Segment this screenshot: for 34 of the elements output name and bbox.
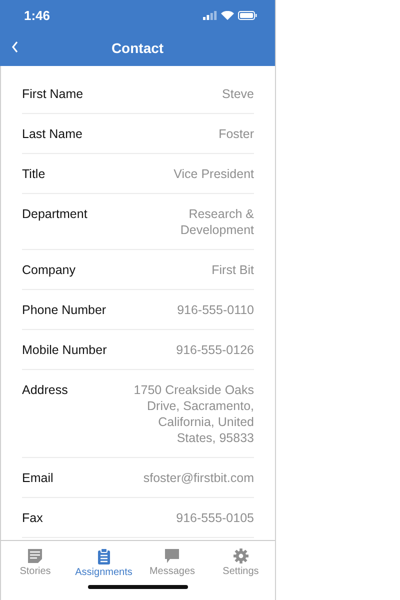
tab-bar-item[interactable]: Assignments — [70, 548, 138, 578]
field-value: 916-555-0110 — [177, 302, 254, 318]
field-label: Department — [22, 206, 88, 223]
field-value: sfoster@firstbit.com — [143, 470, 254, 486]
field-value: First Bit — [212, 262, 254, 278]
battery-icon — [238, 10, 257, 20]
field-label: Email — [22, 470, 54, 486]
field-value: 916-555-0126 — [176, 342, 254, 358]
tab-bar-item[interactable]: Settings — [206, 548, 275, 578]
clipboard-icon — [96, 548, 111, 565]
tab-bar-item[interactable]: Messages — [138, 548, 206, 578]
document-icon — [27, 548, 44, 564]
wifi-icon — [221, 10, 234, 20]
field-label: First Name — [22, 86, 84, 102]
field-label: Fax — [22, 510, 43, 526]
signal-icon — [203, 10, 217, 20]
field-value: Vice President — [174, 166, 254, 182]
field-label: Last Name — [22, 126, 82, 142]
screen-title: Contact — [111, 40, 164, 56]
field-label: Mobile Number — [22, 342, 107, 358]
status-time: 1:46 — [24, 8, 50, 22]
field-value: Foster — [218, 126, 254, 142]
field-label: Address — [22, 382, 68, 399]
field-label: Phone Number — [22, 302, 106, 318]
field-label: Company — [22, 262, 76, 278]
field-label: Title — [22, 166, 46, 182]
field-value: Steve — [222, 86, 254, 102]
field-value: Research & Development — [179, 206, 254, 238]
field-value: 1750 Creakside Oaks Drive, Sacramento, California, United States, 95833 — [132, 382, 254, 446]
field-value: 916-555-0105 — [176, 510, 254, 526]
chat-bubble-icon — [164, 548, 180, 564]
settings-icon — [232, 548, 249, 564]
tab-bar-item[interactable]: Stories — [1, 548, 70, 578]
chevron-left-icon — [11, 40, 19, 54]
